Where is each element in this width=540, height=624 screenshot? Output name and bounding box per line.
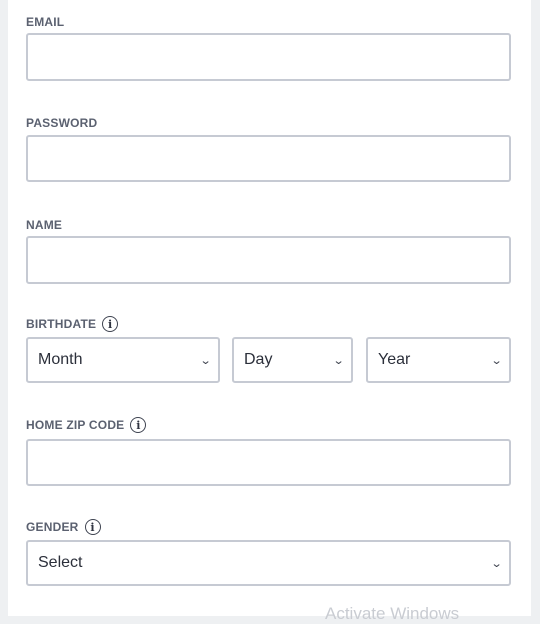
name-input[interactable] (26, 236, 511, 284)
name-field-group: NAME (26, 217, 62, 233)
info-icon[interactable]: i (130, 417, 147, 433)
zip-input[interactable] (26, 439, 511, 486)
gender-field-group: GENDER i (26, 519, 101, 535)
signup-form-panel: EMAIL PASSWORD NAME BIRTHDATE i Month ⌄ … (8, 0, 531, 616)
chevron-down-icon: ⌄ (490, 557, 503, 570)
chevron-down-icon: ⌄ (490, 354, 503, 367)
day-select-value: Day (244, 351, 273, 368)
birthdate-field-group: BIRTHDATE i (26, 316, 119, 332)
password-field-group: PASSWORD (26, 115, 97, 131)
gender-select-value: Select (38, 554, 83, 571)
birthdate-year-select[interactable]: Year ⌄ (366, 337, 511, 383)
info-icon[interactable]: i (102, 316, 119, 332)
email-input[interactable] (26, 33, 511, 81)
info-icon[interactable]: i (84, 519, 101, 535)
name-label: NAME (26, 218, 63, 232)
gender-select[interactable]: Select ⌄ (26, 540, 511, 586)
email-label: EMAIL (26, 15, 65, 29)
windows-activation-watermark: Activate Windows (325, 604, 460, 623)
birthdate-label: BIRTHDATE (26, 317, 97, 331)
gender-label: GENDER (26, 520, 79, 534)
email-field-group: EMAIL (26, 14, 64, 30)
month-select-value: Month (38, 351, 83, 368)
zip-field-group: HOME ZIP CODE i (26, 417, 147, 433)
birthdate-month-select[interactable]: Month ⌄ (26, 337, 220, 383)
zip-label: HOME ZIP CODE (26, 418, 125, 432)
password-input[interactable] (26, 135, 511, 182)
chevron-down-icon: ⌄ (332, 354, 345, 367)
password-label: PASSWORD (26, 116, 98, 130)
birthdate-day-select[interactable]: Day ⌄ (232, 337, 353, 383)
year-select-value: Year (378, 351, 411, 368)
chevron-down-icon: ⌄ (199, 354, 212, 367)
